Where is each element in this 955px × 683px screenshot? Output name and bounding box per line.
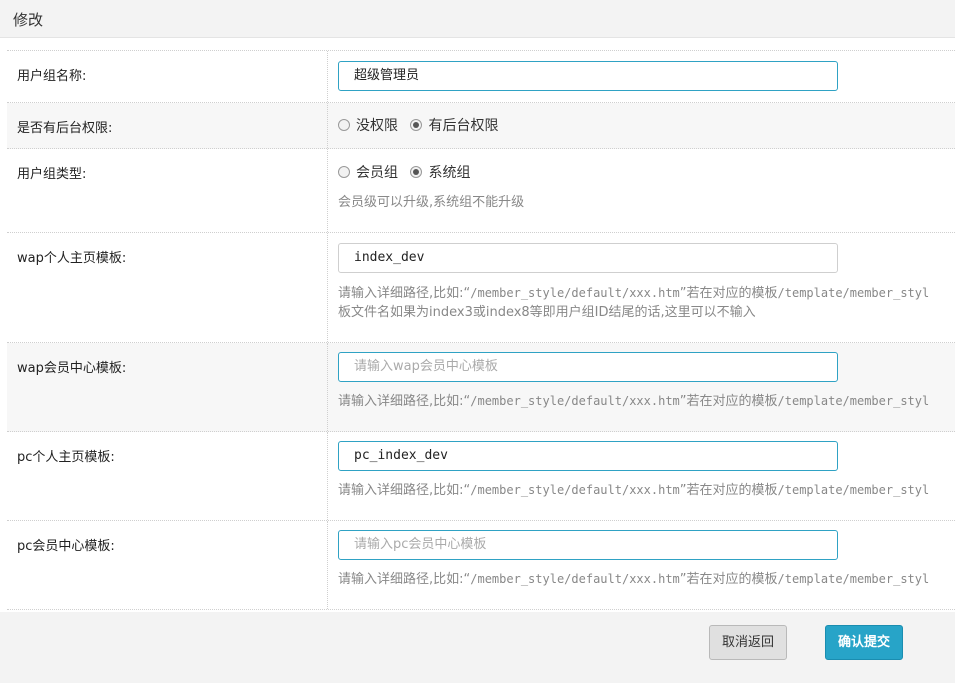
radio-circle-icon [338,166,350,178]
hint-text: 请输入详细路径,比如:“ [338,286,471,301]
radio-system-group[interactable]: 系统组 [410,165,470,181]
hint-path: /member_style/default/xxx.htm [470,572,680,586]
pc-home-template-label: pc个人主页模板: [17,450,115,465]
row-divider [327,233,328,342]
row-divider [327,51,328,102]
pc-home-template-input[interactable]: pc_index_dev [338,441,838,471]
row-divider [327,149,328,232]
wap-home-template-hint: 请输入详细路径,比如:“/member_style/default/xxx.ht… [338,283,929,304]
wap-home-template-hint-line2: 板文件名如果为index3或index8等即用户组ID结尾的话,这里可以不输入 [338,305,756,320]
submit-button[interactable]: 确认提交 [825,625,903,660]
wap-center-template-label: wap会员中心模板: [17,361,127,376]
hint-text: ”若在对应的模板 [679,483,778,498]
row-group-name: 用户组名称: 超级管理员 [7,51,955,103]
radio-member-group-label: 会员组 [356,165,398,181]
group-name-input[interactable]: 超级管理员 [338,61,838,91]
row-wap-home-template: wap个人主页模板: index_dev 请输入详细路径,比如:“/member… [7,233,955,343]
wap-center-template-input[interactable]: 请输入wap会员中心模板 [338,352,838,382]
radio-has-access-label: 有后台权限 [428,118,499,134]
hint-path: /member_style/default/xxx.htm [470,286,680,300]
row-group-type: 用户组类型: 会员组 系统组 会员级可以升级,系统组不能升级 [7,149,955,233]
row-divider [327,521,328,609]
page-title: 修改 [13,11,44,29]
radio-no-access-label: 没权限 [356,118,398,134]
row-pc-center-template: pc会员中心模板: 请输入pc会员中心模板 请输入详细路径,比如:“/membe… [7,521,955,610]
hint-path: /member_style/default/xxx.htm [470,483,680,497]
wap-home-template-input[interactable]: index_dev [338,243,838,273]
admin-access-radio-group: 没权限 有后台权限 [338,115,506,135]
hint-path: /member_style/default/xxx.htm [470,394,680,408]
group-type-label: 用户组类型: [17,167,87,182]
row-admin-access: 是否有后台权限: 没权限 有后台权限 [7,103,955,149]
cancel-button[interactable]: 取消返回 [709,625,787,660]
admin-access-label: 是否有后台权限: [17,121,113,136]
hint-text: 请输入详细路径,比如:“ [338,572,471,587]
radio-member-group[interactable]: 会员组 [338,165,398,181]
row-divider [327,432,328,520]
radio-system-group-label: 系统组 [428,165,471,181]
group-type-hint: 会员级可以升级,系统组不能升级 [338,195,525,210]
group-type-radio-group: 会员组 系统组 [338,162,478,182]
radio-no-access[interactable]: 没权限 [338,118,398,134]
radio-checked-icon [410,119,423,131]
hint-path: /template/member_styl [777,286,930,300]
hint-path: /template/member_styl [777,394,930,408]
wap-home-template-label: wap个人主页模板: [17,251,127,266]
radio-circle-icon [338,119,350,131]
radio-checked-icon [410,166,423,178]
pc-center-template-label: pc会员中心模板: [17,539,115,554]
pc-center-template-hint: 请输入详细路径,比如:“/member_style/default/xxx.ht… [338,569,929,590]
wap-center-template-hint: 请输入详细路径,比如:“/member_style/default/xxx.ht… [338,391,929,412]
hint-text: 请输入详细路径,比如:“ [338,483,471,498]
row-divider [327,343,328,431]
hint-text: ”若在对应的模板 [679,286,778,301]
hint-path: /template/member_styl [777,572,930,586]
form-footer: 取消返回 确认提交 [0,612,955,683]
row-divider [327,103,328,148]
group-name-label: 用户组名称: [17,69,87,84]
hint-text: 请输入详细路径,比如:“ [338,394,471,409]
hint-path: /template/member_styl [777,483,930,497]
pc-home-template-hint: 请输入详细路径,比如:“/member_style/default/xxx.ht… [338,480,929,501]
row-wap-center-template: wap会员中心模板: 请输入wap会员中心模板 请输入详细路径,比如:“/mem… [7,343,955,432]
hint-text: ”若在对应的模板 [679,394,778,409]
radio-has-access[interactable]: 有后台权限 [410,118,498,134]
pc-center-template-input[interactable]: 请输入pc会员中心模板 [338,530,838,560]
page-header: 修改 [0,0,955,38]
row-pc-home-template: pc个人主页模板: pc_index_dev 请输入详细路径,比如:“/memb… [7,432,955,521]
hint-text: ”若在对应的模板 [679,572,778,587]
